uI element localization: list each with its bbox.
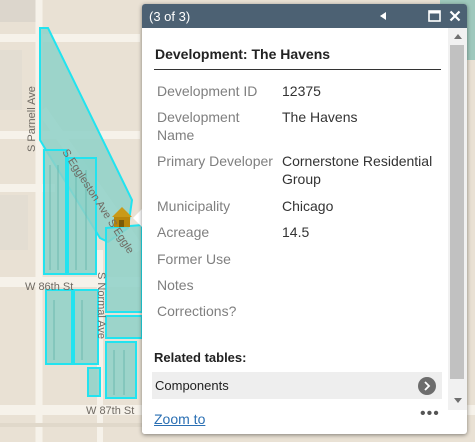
popup-header: (3 of 3) [142,4,467,28]
popup-footer: Zoom to ••• [142,401,448,434]
attr-label-development-name: Development Name [157,109,240,143]
parcel[interactable] [105,315,143,339]
feature-popup: (3 of 3) Development: The Havens Develop… [142,4,467,434]
parcel[interactable] [105,341,137,399]
triangle-left-icon [380,12,386,20]
related-table-row-components[interactable]: Components [152,372,442,399]
scroll-down-arrow-icon[interactable] [454,398,462,403]
close-button[interactable] [444,4,466,28]
attr-value-municipality: Chicago [282,198,334,214]
attr-label-acreage: Acreage [157,224,210,240]
attr-label-municipality: Municipality [157,198,231,214]
parcel[interactable] [87,367,101,397]
street-label-normal: S Normal Ave [95,272,107,339]
scroll-up-arrow-icon[interactable] [454,34,462,39]
popup-body[interactable]: Development: The Havens Development ID 1… [142,28,448,401]
related-tables-heading: Related tables: [154,350,247,365]
close-icon [449,10,461,22]
previous-feature-button[interactable] [374,4,392,28]
more-options-icon[interactable]: ••• [420,406,442,425]
zoom-to-link[interactable]: Zoom to [154,411,205,427]
attr-value-primary-developer: Cornerstone Residential Group [282,153,433,187]
map-block [0,50,22,110]
maximize-icon [427,10,441,22]
street-label-w87th: W 87th St [86,405,134,417]
attr-label-corrections: Corrections? [157,303,237,319]
attr-value-development-name: The Havens [282,109,358,125]
popup-counter: (3 of 3) [149,9,191,24]
attr-label-development-id: Development ID [157,83,258,99]
parcel[interactable] [73,289,99,365]
map-block [0,0,38,22]
chevron-right-icon[interactable] [418,377,436,395]
attr-label-notes: Notes [157,277,194,293]
attr-value-acreage: 14.5 [282,224,310,240]
parcel[interactable] [45,289,73,365]
attr-label-primary-developer: Primary Developer [157,153,273,169]
popup-title: Development: The Havens [155,46,331,62]
popup-scrollbar[interactable] [448,28,467,410]
title-divider [154,69,441,70]
street-label-w86th: W 86th St [25,281,73,293]
street-label-parnell: S Parnell Ave [26,86,38,152]
scroll-thumb[interactable] [450,45,464,379]
parcel[interactable] [43,149,67,275]
attr-value-development-id: 12375 [282,83,321,99]
maximize-button[interactable] [424,4,444,28]
attr-label-former-use: Former Use [157,251,231,267]
map-block [0,195,28,250]
related-table-label: Components [155,378,229,393]
